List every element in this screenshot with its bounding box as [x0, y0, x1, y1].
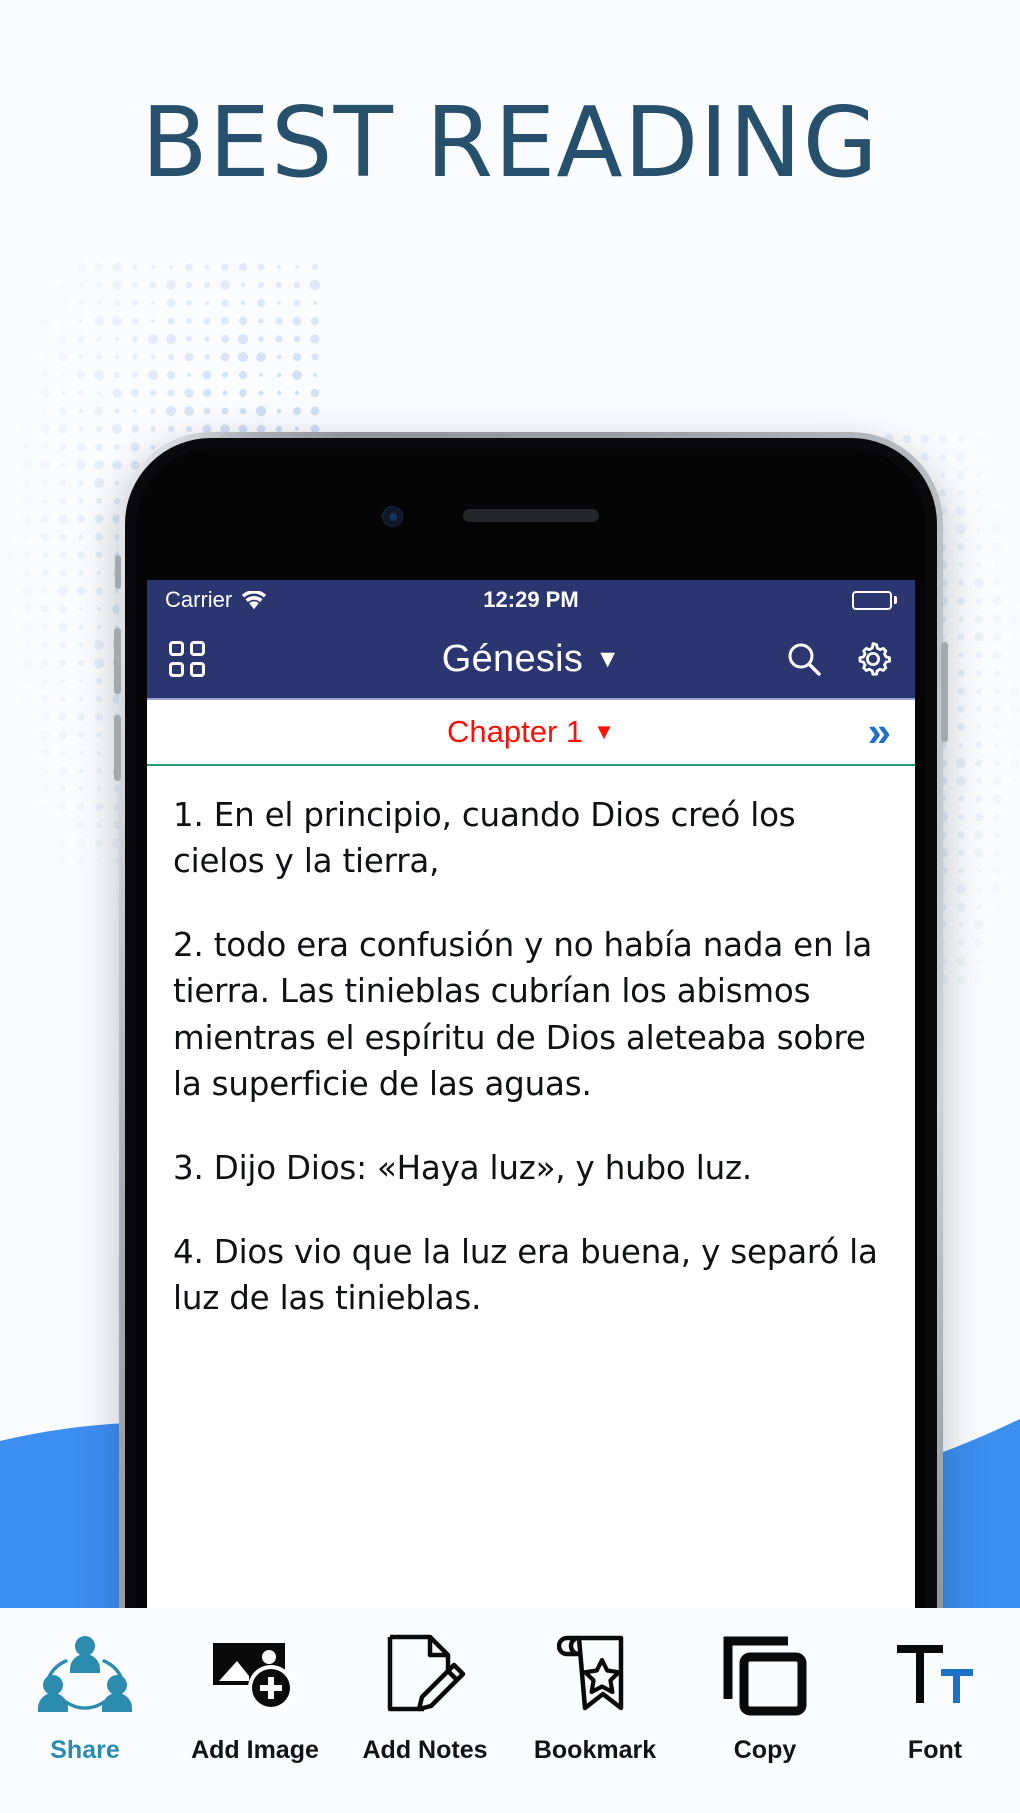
toolbar-item-font[interactable]: Font	[852, 1631, 1018, 1765]
next-chapter-icon[interactable]: »	[868, 711, 891, 753]
nav-actions	[785, 639, 893, 679]
volume-up-button	[114, 628, 121, 694]
chapter-bar: Chapter 1 ▼ »	[147, 700, 915, 766]
verse-item[interactable]: 1. En el principio, cuando Dios creó los…	[173, 792, 889, 884]
toolbar-item-bookmark[interactable]: Bookmark	[512, 1631, 678, 1765]
toolbar-label: Add Image	[191, 1736, 319, 1765]
verse-item[interactable]: 2. todo era confusión y no había nada en…	[173, 922, 889, 1107]
toolbar-label: Share	[50, 1736, 119, 1765]
verse-list[interactable]: 1. En el principio, cuando Dios creó los…	[147, 766, 915, 1666]
wifi-icon	[241, 591, 267, 610]
toolbar-item-add-notes[interactable]: Add Notes	[342, 1631, 508, 1765]
volume-down-button	[114, 715, 121, 781]
copy-icon	[722, 1631, 808, 1719]
note-pencil-icon	[384, 1631, 466, 1719]
grid-menu-icon[interactable]	[169, 641, 205, 677]
font-size-icon	[895, 1631, 975, 1719]
earpiece-speaker	[463, 509, 599, 522]
toolbar-label: Copy	[734, 1736, 797, 1765]
phone-mockup: Carrier 12:29 PM Génesis ▼ Chapter 1 ▼ »…	[119, 432, 943, 1672]
status-bar: Carrier 12:29 PM	[147, 580, 915, 620]
carrier-label: Carrier	[165, 587, 232, 613]
chevron-down-icon: ▼	[593, 719, 615, 745]
bible-reader-app: Carrier 12:29 PM Génesis ▼ Chapter 1 ▼ »…	[147, 580, 915, 1666]
share-people-icon	[37, 1631, 133, 1719]
search-icon[interactable]	[785, 640, 823, 678]
carrier-group: Carrier	[165, 587, 267, 613]
bottom-toolbar: Share Add Image Add Notes Bookmark Copy …	[0, 1608, 1020, 1813]
silent-switch	[115, 555, 121, 589]
toolbar-label: Bookmark	[534, 1736, 656, 1765]
verse-item[interactable]: 4. Dios vio que la luz era buena, y sepa…	[173, 1229, 889, 1321]
toolbar-label: Add Notes	[363, 1736, 488, 1765]
app-nav-bar: Génesis ▼	[147, 620, 915, 700]
chevron-down-icon: ▼	[595, 647, 620, 672]
verse-item[interactable]: 3. Dijo Dios: «Haya luz», y hubo luz.	[173, 1145, 889, 1191]
toolbar-item-copy[interactable]: Copy	[682, 1631, 848, 1765]
add-image-icon	[209, 1631, 301, 1719]
toolbar-label: Font	[908, 1736, 962, 1765]
phone-screen: Carrier 12:29 PM Génesis ▼ Chapter 1 ▼ »…	[136, 449, 926, 1666]
chapter-selector[interactable]: Chapter 1 ▼	[447, 714, 615, 750]
page-title: BEST READING	[0, 86, 1020, 199]
toolbar-item-share[interactable]: Share	[2, 1631, 168, 1765]
book-title: Génesis	[442, 638, 584, 681]
toolbar-item-add-image[interactable]: Add Image	[172, 1631, 338, 1765]
bookmark-star-icon	[557, 1631, 633, 1719]
chapter-label-text: Chapter 1	[447, 714, 583, 750]
power-button	[941, 642, 948, 742]
phone-bezel: Carrier 12:29 PM Génesis ▼ Chapter 1 ▼ »…	[125, 438, 937, 1666]
gear-icon[interactable]	[853, 639, 893, 679]
front-camera-icon	[382, 506, 403, 527]
battery-icon	[852, 591, 897, 610]
